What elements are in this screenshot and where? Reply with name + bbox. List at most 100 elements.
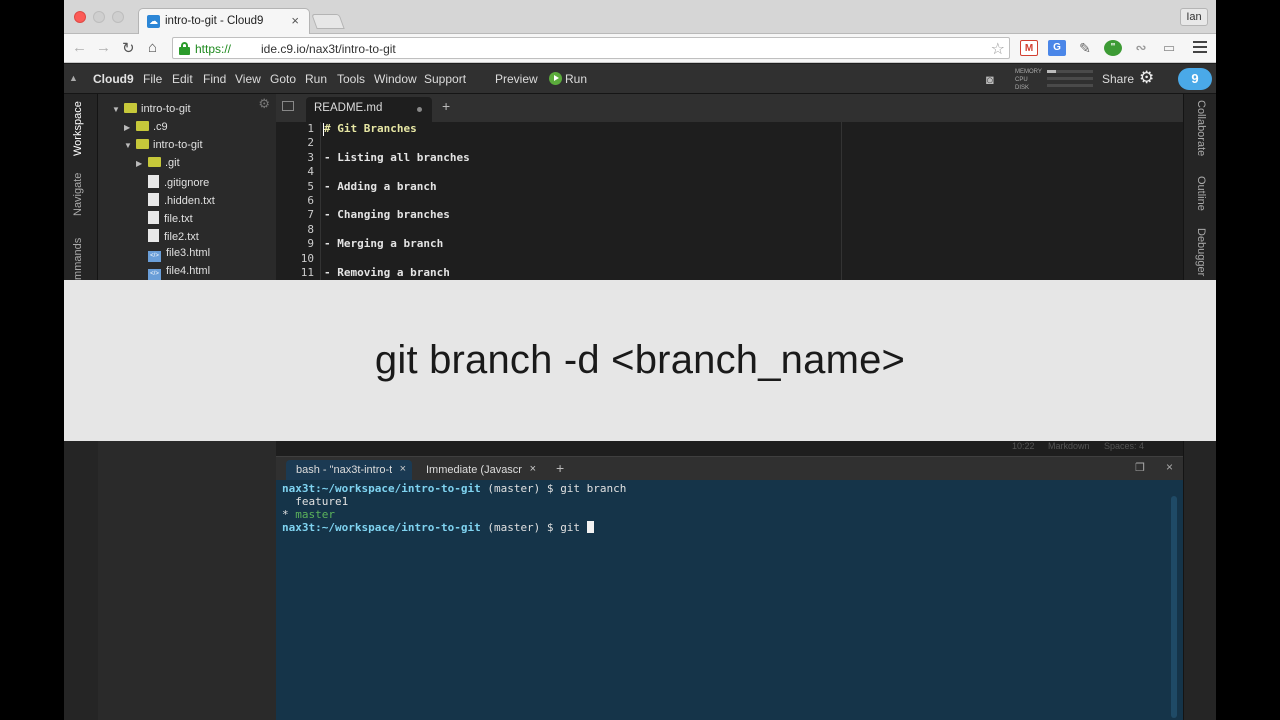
zoom-window-button[interactable]	[112, 11, 124, 23]
color-picker-extension-icon[interactable]: ✎	[1076, 40, 1094, 56]
tree-item[interactable]: ▼ intro-to-git	[112, 103, 191, 121]
translate-extension-icon[interactable]: G	[1048, 40, 1066, 56]
camera-icon[interactable]: ◙	[986, 72, 994, 87]
tab-collaborate[interactable]: Collaborate	[1195, 100, 1207, 156]
expanded-arrow-icon[interactable]: ▼	[112, 105, 124, 114]
tree-item[interactable]: .gitignore	[148, 175, 209, 193]
tree-item-label: file4.html	[166, 265, 211, 277]
menu-view[interactable]: View	[235, 72, 261, 86]
collapse-menu-icon[interactable]: ▲	[69, 73, 78, 83]
tree-settings-gear-icon[interactable]: ⚙	[258, 96, 270, 112]
tree-item[interactable]: file.txt	[148, 211, 193, 229]
browser-toolbar: ← → ↻ ⌂ https:// ide.c9.io/nax3t/intro-t…	[64, 34, 1216, 63]
menu-edit[interactable]: Edit	[172, 72, 193, 86]
menu-window[interactable]: Window	[374, 72, 417, 86]
close-tab-icon[interactable]: ×	[291, 13, 299, 28]
cloud9-menu[interactable]: Cloud9	[93, 72, 134, 86]
terminal-tab-immediate[interactable]: Immediate (Javascript) ×	[416, 460, 542, 481]
editor-tab-bar: README.md +	[276, 94, 1183, 122]
forward-arrow-icon[interactable]: →	[96, 39, 111, 56]
expanded-arrow-icon[interactable]: ▼	[124, 141, 136, 150]
terminal[interactable]: nax3t:~/workspace/intro-to-git (master) …	[276, 480, 1183, 720]
maximize-icon[interactable]: ❐	[1135, 461, 1145, 474]
ide-menubar: ▲ Cloud9 File Edit Find View Goto Run To…	[64, 64, 1216, 94]
editor-status-bar: 10:22 Markdown Spaces: 4	[276, 441, 1183, 455]
tree-item[interactable]: </> file3.html	[148, 247, 210, 265]
menu-support[interactable]: Support	[424, 72, 466, 86]
browser-menu-icon[interactable]	[1193, 41, 1207, 56]
address-bar[interactable]: https:// ide.c9.io/nax3t/intro-to-git ☆	[172, 37, 1010, 59]
current-branch-marker: *	[282, 508, 296, 521]
gear-icon[interactable]: ⚙	[1139, 68, 1154, 88]
tree-item[interactable]: ▼ intro-to-git	[124, 139, 203, 157]
cloud9-logo-icon[interactable]: 9	[1178, 68, 1212, 90]
tree-item-label: .git	[165, 157, 180, 169]
prompt-path: :~/workspace/intro-to-git	[315, 482, 481, 495]
new-tab-button[interactable]	[311, 14, 345, 29]
bookmark-star-icon[interactable]: ☆	[991, 39, 1005, 59]
cpu-bar	[1047, 77, 1093, 80]
minimize-window-button[interactable]	[93, 11, 105, 23]
menu-run[interactable]: Run	[305, 72, 327, 86]
terminal-cursor	[586, 521, 594, 533]
indent-setting[interactable]: Spaces: 4	[1104, 441, 1144, 451]
hangouts-extension-icon[interactable]: "	[1104, 40, 1122, 56]
terminal-tab-label: bash - "nax3t-intro-to-git"	[296, 464, 392, 476]
tree-item-label: intro-to-git	[153, 139, 203, 151]
share-button[interactable]: Share	[1102, 72, 1134, 86]
tab-list-icon[interactable]	[282, 101, 294, 111]
resource-usage-bars[interactable]	[1047, 70, 1093, 91]
menu-tools[interactable]: Tools	[337, 72, 365, 86]
cloud9-favicon-icon: ☁	[147, 15, 160, 28]
print-margin-line	[841, 122, 842, 280]
gmail-extension-icon[interactable]: M	[1020, 40, 1038, 56]
menu-file[interactable]: File	[143, 72, 162, 86]
terminal-tab-bash[interactable]: bash - "nax3t-intro-to-git" ×	[286, 460, 412, 481]
tab-workspace[interactable]: Workspace	[72, 101, 84, 156]
tree-item[interactable]: ▶ .c9	[124, 121, 168, 139]
screencast-extension-icon[interactable]: ▭	[1160, 40, 1178, 56]
tree-item[interactable]: .hidden.txt	[148, 193, 215, 211]
run-button[interactable]: Run	[565, 72, 587, 86]
handshake-extension-icon[interactable]: ∾	[1132, 40, 1150, 56]
run-icon[interactable]	[549, 72, 562, 85]
browser-tab[interactable]: ☁ intro-to-git - Cloud9 ×	[138, 8, 310, 35]
terminal-tab-bar: bash - "nax3t-intro-to-git" × Immediate …	[276, 456, 1183, 481]
tree-item-label: .c9	[153, 121, 168, 133]
close-window-button[interactable]	[74, 11, 86, 23]
cursor-position[interactable]: 10:22	[1012, 441, 1035, 451]
back-arrow-icon[interactable]: ←	[72, 39, 87, 56]
code-editor[interactable]: # Git Branches - Listing all branches - …	[320, 122, 1183, 280]
line-number: 10	[300, 251, 314, 265]
tab-navigate[interactable]: Navigate	[72, 173, 84, 216]
disk-bar	[1047, 84, 1093, 87]
tab-outline[interactable]: Outline	[1195, 176, 1207, 211]
syntax-mode[interactable]: Markdown	[1048, 441, 1090, 451]
line-number: 2	[307, 136, 314, 150]
terminal-command: git	[560, 521, 587, 534]
tree-item[interactable]: file2.txt	[148, 229, 199, 247]
line-number: 1	[307, 122, 314, 135]
close-icon[interactable]: ×	[400, 463, 406, 475]
new-tab-plus-icon[interactable]: +	[442, 98, 450, 114]
home-icon[interactable]: ⌂	[148, 39, 157, 56]
profile-button[interactable]: Ian	[1180, 8, 1208, 26]
preview-button[interactable]: Preview	[495, 72, 538, 86]
tree-item-label: file.txt	[164, 213, 193, 225]
terminal-tab-label: Immediate (Javascript)	[426, 464, 522, 476]
collapsed-arrow-icon[interactable]: ▶	[124, 123, 136, 132]
unsaved-dot-icon[interactable]	[417, 107, 422, 112]
tree-item[interactable]: ▶ .git	[136, 157, 180, 175]
tab-debugger[interactable]: Debugger	[1195, 228, 1207, 276]
editor-tab-readme[interactable]: README.md	[306, 97, 432, 122]
terminal-scrollbar[interactable]	[1171, 496, 1177, 718]
reload-icon[interactable]: ↻	[122, 39, 135, 57]
new-terminal-plus-icon[interactable]: +	[556, 460, 564, 476]
file-icon	[148, 229, 159, 242]
close-icon[interactable]: ×	[530, 463, 536, 475]
menu-goto[interactable]: Goto	[270, 72, 296, 86]
collapsed-arrow-icon[interactable]: ▶	[136, 159, 148, 168]
close-panel-icon[interactable]: ×	[1166, 460, 1173, 474]
menu-find[interactable]: Find	[203, 72, 226, 86]
